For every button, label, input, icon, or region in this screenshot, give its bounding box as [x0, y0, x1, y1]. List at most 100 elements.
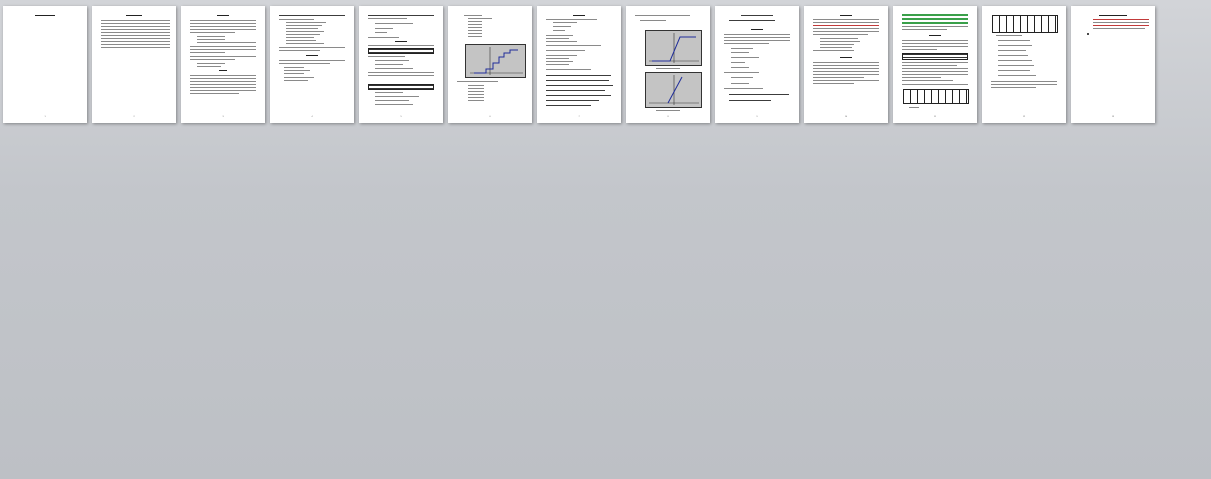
formula-line [286, 28, 318, 29]
page-title-line [1099, 15, 1127, 16]
formula-line [284, 80, 308, 81]
text-line [368, 45, 434, 46]
text-line [546, 19, 597, 20]
section-heading-line [929, 35, 941, 36]
step-chart [465, 44, 526, 78]
text-line [457, 81, 498, 82]
toc-line [101, 38, 170, 39]
text-line [820, 38, 858, 39]
reference-line [1093, 28, 1145, 29]
text-line [546, 50, 585, 51]
toc-line [101, 20, 170, 21]
text-line [902, 71, 968, 72]
formula-line [998, 75, 1036, 76]
formula-line [553, 26, 571, 27]
text-line [368, 37, 399, 38]
toc-line [101, 23, 170, 24]
page-thumbnail-10[interactable]: 10 [804, 6, 888, 123]
text-line [468, 91, 484, 92]
text-line [190, 20, 256, 21]
page-number: 10 [844, 116, 848, 118]
formula-line [546, 90, 605, 91]
text-line [813, 68, 879, 69]
data-table [992, 15, 1058, 33]
step-series-line [474, 49, 518, 74]
text-line [197, 42, 256, 43]
distribution-chart-top [645, 30, 702, 66]
text-line [546, 38, 569, 39]
toc-line [101, 26, 170, 27]
page-number: 2 [133, 116, 135, 118]
text-line [820, 41, 860, 42]
section-heading-line [840, 15, 852, 16]
page-thumbnail-4[interactable]: 4 [270, 6, 354, 123]
page-thumbnail-5[interactable]: 5 [359, 6, 443, 123]
formula-line [640, 20, 666, 21]
text-line [197, 66, 221, 67]
text-line [813, 19, 879, 20]
text-line [190, 49, 256, 50]
page-thumbnail-8[interactable]: 8 [626, 6, 710, 123]
text-line [546, 41, 577, 42]
text-line [279, 63, 330, 64]
page-number: 1 [44, 116, 46, 118]
page-thumbnail-9[interactable]: 9 [715, 6, 799, 123]
text-line [468, 18, 492, 19]
page-thumbnail-12[interactable]: 12 [982, 6, 1066, 123]
text-line [464, 15, 482, 16]
page-thumbnail-13[interactable]: 13 [1071, 6, 1155, 123]
text-line [546, 69, 591, 70]
page-thumbnail-1[interactable]: 1 [3, 6, 87, 123]
toc-line [101, 35, 170, 36]
formula-line [546, 85, 613, 86]
formula-line [375, 32, 387, 33]
text-line [197, 39, 225, 40]
text-line [468, 97, 484, 98]
text-line [902, 40, 968, 41]
text-line [468, 33, 482, 34]
text-line [190, 59, 235, 60]
section-heading-line [840, 57, 852, 58]
text-line [724, 34, 790, 35]
text-line [279, 15, 345, 16]
formula-line [729, 100, 771, 101]
text-line [546, 58, 569, 59]
page-thumbnail-6[interactable]: 6 [448, 6, 532, 123]
text-line [991, 84, 1057, 85]
formula-line [909, 107, 919, 108]
text-line [902, 77, 941, 78]
text-line [190, 32, 235, 33]
text-line [546, 45, 601, 46]
formula-line [553, 30, 565, 31]
formula-line [546, 100, 599, 101]
text-line [813, 74, 879, 75]
text-line [468, 88, 484, 89]
text-line [468, 24, 482, 25]
caption-line [656, 68, 680, 69]
formula-line [998, 60, 1032, 61]
text-line [190, 29, 256, 30]
page-thumbnail-2[interactable]: 2 [92, 6, 176, 123]
text-line [279, 19, 314, 20]
formula-line [375, 64, 403, 65]
text-line [190, 93, 239, 94]
text-line [813, 71, 879, 72]
text-line-highlighted [902, 14, 968, 16]
page-thumbnail-11[interactable]: 11 [893, 6, 977, 123]
formula-line [998, 45, 1032, 46]
formula-line [731, 67, 749, 68]
formula-line [286, 22, 326, 23]
toc-line [101, 32, 170, 33]
formula-line [284, 77, 314, 78]
page-thumbnail-3[interactable]: 3 [181, 6, 265, 123]
formula-line [553, 22, 577, 23]
page-number: 8 [667, 116, 669, 118]
formula-line [996, 35, 1022, 36]
formula-line [286, 43, 324, 44]
distribution-chart-bottom [645, 72, 702, 108]
section-heading-line [306, 55, 318, 56]
text-line [813, 65, 879, 66]
text-line [468, 30, 482, 31]
series-line [667, 76, 683, 104]
page-thumbnail-7[interactable]: 7 [537, 6, 621, 123]
